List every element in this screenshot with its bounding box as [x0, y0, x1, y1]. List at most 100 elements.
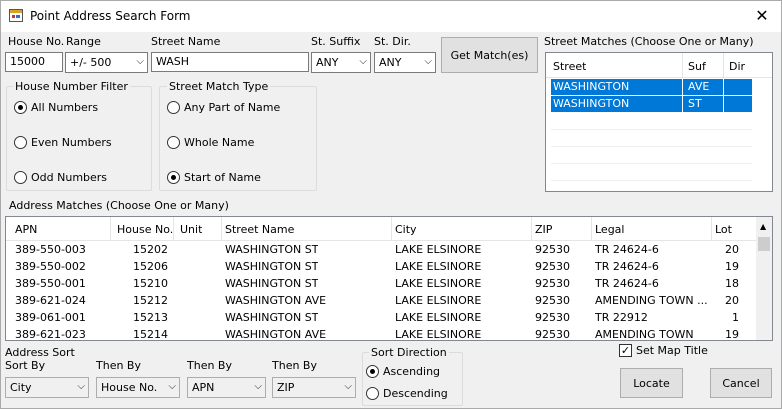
- then-by-select-2[interactable]: APN ⌵: [187, 377, 266, 398]
- street-name-cell: WASHINGTON ST: [225, 311, 319, 324]
- st-dir-label: St. Dir.: [374, 35, 411, 48]
- column-header-zip[interactable]: ZIP: [535, 223, 552, 236]
- street-matches-list[interactable]: Street Suf Dir WASHINGTON AVE WASHINGTON…: [545, 52, 773, 192]
- range-select[interactable]: +/- 500 ⌵: [65, 52, 148, 73]
- street-name-cell: WASHINGTON ST: [225, 243, 319, 256]
- column-header-apn[interactable]: APN: [15, 223, 37, 236]
- sort-by-label: Sort By: [5, 359, 46, 372]
- table-row[interactable]: 389-621-024 15212 WASHINGTON AVE LAKE EL…: [6, 293, 756, 310]
- all-numbers-label[interactable]: All Numbers: [31, 101, 98, 114]
- column-header-house-no[interactable]: House No.: [117, 223, 173, 236]
- street-name-cell: WASHINGTON AVE: [225, 294, 327, 307]
- close-icon[interactable]: ✕: [745, 3, 779, 29]
- table-row[interactable]: 389-550-001 15210 WASHINGTON ST LAKE ELS…: [6, 276, 756, 293]
- legal-cell: AMENDING TOWN ...: [595, 294, 708, 307]
- city-cell: LAKE ELSINORE: [395, 311, 482, 324]
- lot-cell: 19: [725, 260, 739, 273]
- chevron-down-icon: ⌵: [344, 381, 352, 392]
- table-row[interactable]: 389-061-001 15213 WASHINGTON ST LAKE ELS…: [6, 310, 756, 327]
- address-matches-list[interactable]: APN House No. Unit Street Name City ZIP …: [5, 216, 773, 341]
- house-no-cell: 15214: [133, 328, 168, 341]
- whole-name-label[interactable]: Whole Name: [184, 136, 254, 149]
- street-name-label: Street Name: [151, 35, 221, 48]
- lot-cell: 1: [732, 311, 739, 324]
- then-by-select-1[interactable]: House No. ⌵: [96, 377, 180, 398]
- house-number-filter-title: House Number Filter: [13, 80, 130, 93]
- legal-cell: TR 24624-6: [595, 277, 659, 290]
- column-header-street[interactable]: Street: [553, 60, 586, 73]
- street-name-cell: WASHINGTON ST: [225, 260, 319, 273]
- st-suffix-label: St. Suffix: [311, 35, 361, 48]
- sort-by-value: City: [10, 381, 32, 394]
- street-match-row[interactable]: WASHINGTON AVE: [551, 79, 752, 95]
- apn-cell: 389-621-024: [15, 294, 86, 307]
- locate-button[interactable]: Locate: [620, 368, 683, 398]
- then-by-select-3[interactable]: ZIP ⌵: [272, 377, 356, 398]
- column-header-legal[interactable]: Legal: [595, 223, 624, 236]
- address-sort-label: Address Sort: [5, 346, 75, 359]
- city-cell: LAKE ELSINORE: [395, 260, 482, 273]
- any-part-of-name-radio[interactable]: [167, 101, 180, 114]
- start-of-name-radio[interactable]: [167, 171, 180, 184]
- zip-cell: 92530: [535, 277, 570, 290]
- apn-cell: 389-061-001: [15, 311, 86, 324]
- apn-cell: 389-550-003: [15, 243, 86, 256]
- city-cell: LAKE ELSINORE: [395, 277, 482, 290]
- sort-by-select[interactable]: City ⌵: [5, 377, 89, 398]
- column-header-city[interactable]: City: [395, 223, 417, 236]
- scroll-up-icon[interactable]: ▲: [760, 222, 766, 231]
- even-numbers-label[interactable]: Even Numbers: [31, 136, 112, 149]
- column-header-street-name[interactable]: Street Name: [225, 223, 294, 236]
- city-cell: LAKE ELSINORE: [395, 243, 482, 256]
- descending-label[interactable]: Descending: [383, 387, 448, 400]
- street-cell: WASHINGTON: [553, 97, 630, 110]
- set-map-title-checkbox[interactable]: ✓: [619, 344, 632, 357]
- house-no-input[interactable]: 15000: [5, 52, 63, 72]
- whole-name-radio[interactable]: [167, 136, 180, 149]
- cancel-button[interactable]: Cancel: [710, 368, 772, 398]
- column-header-dir[interactable]: Dir: [729, 60, 745, 73]
- st-dir-value: ANY: [379, 56, 402, 69]
- city-cell: LAKE ELSINORE: [395, 328, 482, 341]
- table-row[interactable]: 389-621-023 15214 WASHINGTON AVE LAKE EL…: [6, 327, 756, 341]
- street-match-row[interactable]: WASHINGTON ST: [551, 96, 752, 112]
- column-header-lot[interactable]: Lot: [715, 223, 732, 236]
- street-name-input[interactable]: WASH: [151, 52, 309, 72]
- start-of-name-label[interactable]: Start of Name: [184, 171, 261, 184]
- apn-cell: 389-621-023: [15, 328, 86, 341]
- any-part-of-name-label[interactable]: Any Part of Name: [184, 101, 280, 114]
- descending-radio[interactable]: [366, 387, 379, 400]
- st-suffix-select[interactable]: ANY ⌵: [311, 52, 371, 73]
- table-row[interactable]: 389-550-002 15206 WASHINGTON ST LAKE ELS…: [6, 259, 756, 276]
- ascending-radio[interactable]: [366, 365, 379, 378]
- house-no-cell: 15213: [133, 311, 168, 324]
- even-numbers-radio[interactable]: [14, 136, 27, 149]
- column-header-unit[interactable]: Unit: [180, 223, 202, 236]
- street-matches-title: Street Matches (Choose One or Many): [544, 35, 754, 48]
- all-numbers-radio[interactable]: [14, 101, 27, 114]
- chevron-down-icon: ⌵: [254, 381, 262, 392]
- odd-numbers-label[interactable]: Odd Numbers: [31, 171, 107, 184]
- vertical-scrollbar[interactable]: ▲: [756, 217, 772, 340]
- address-matches-title: Address Matches (Choose One or Many): [9, 199, 229, 212]
- st-dir-select[interactable]: ANY ⌵: [374, 52, 436, 73]
- table-row[interactable]: 389-550-003 15202 WASHINGTON ST LAKE ELS…: [6, 242, 756, 259]
- column-header-suf[interactable]: Suf: [688, 60, 706, 73]
- range-value: +/- 500: [70, 56, 112, 69]
- house-no-cell: 15212: [133, 294, 168, 307]
- chevron-down-icon: ⌵: [359, 56, 367, 67]
- then-by-label-2: Then By: [187, 359, 232, 372]
- scrollbar-thumb[interactable]: [758, 237, 770, 251]
- point-address-search-window: Point Address Search Form ✕ House No. Ra…: [0, 0, 782, 409]
- legal-cell: AMENDING TOWN: [595, 328, 694, 341]
- chevron-down-icon: ⌵: [136, 56, 144, 67]
- st-suffix-value: ANY: [316, 56, 339, 69]
- set-map-title-label[interactable]: Set Map Title: [636, 344, 708, 357]
- ascending-label[interactable]: Ascending: [383, 365, 440, 378]
- odd-numbers-radio[interactable]: [14, 171, 27, 184]
- street-matches-header: Street Suf Dir: [546, 53, 772, 78]
- zip-cell: 92530: [535, 294, 570, 307]
- get-matches-button[interactable]: Get Match(es): [441, 37, 538, 73]
- then-by-label-3: Then By: [272, 359, 317, 372]
- street-match-type-title: Street Match Type: [167, 80, 271, 93]
